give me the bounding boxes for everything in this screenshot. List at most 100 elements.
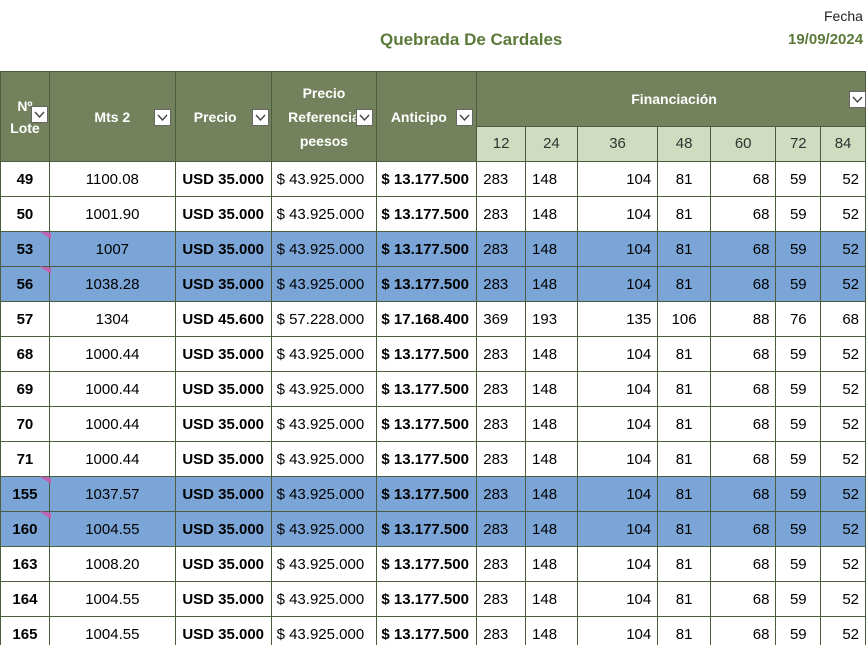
cell-cuota[interactable]: 283 <box>476 441 527 477</box>
comment-indicator[interactable] <box>39 231 51 239</box>
cell-cuota[interactable]: 369 <box>476 301 527 337</box>
cell-lote[interactable]: 70 <box>0 406 50 442</box>
cell-mts[interactable]: 1037.57 <box>48 476 176 512</box>
table-row[interactable]: 50 1001.90 USD 35.000 $ 43.925.000 $ 13.177.… <box>0 196 866 232</box>
cell-cuota[interactable]: 52 <box>820 196 866 232</box>
cell-cuota[interactable]: 68 <box>709 371 777 407</box>
cell-cuota[interactable]: 104 <box>576 371 659 407</box>
cell-cuota[interactable]: 52 <box>820 441 866 477</box>
cell-anticipo[interactable]: $ 13.177.500 <box>376 231 478 267</box>
table-row[interactable]: 68 1000.44 USD 35.000 $ 43.925.000 $ 13.177.… <box>0 336 866 372</box>
cell-precio[interactable]: USD 35.000 <box>174 581 272 617</box>
cell-cuota[interactable]: 148 <box>525 266 578 302</box>
cell-cuota[interactable]: 59 <box>775 616 822 645</box>
cell-precio-ref[interactable]: $ 43.925.000 <box>270 336 378 372</box>
table-row[interactable]: 49 1100.08 USD 35.000 $ 43.925.000 $ 13.177.… <box>0 161 866 197</box>
cell-anticipo[interactable]: $ 13.177.500 <box>376 511 478 547</box>
cell-cuota[interactable]: 148 <box>525 546 578 582</box>
cell-anticipo[interactable]: $ 13.177.500 <box>376 196 478 232</box>
cell-cuota[interactable]: 104 <box>576 161 659 197</box>
cell-lote[interactable]: 68 <box>0 336 50 372</box>
cell-anticipo[interactable]: $ 13.177.500 <box>376 581 478 617</box>
cell-cuota[interactable]: 148 <box>525 406 578 442</box>
cell-mts[interactable]: 1004.55 <box>48 581 176 617</box>
cell-cuota[interactable]: 59 <box>775 161 822 197</box>
cell-cuota[interactable]: 81 <box>657 196 711 232</box>
cell-cuota[interactable]: 59 <box>775 231 822 267</box>
cell-mts[interactable]: 1304 <box>48 301 176 337</box>
cell-anticipo[interactable]: $ 13.177.500 <box>376 406 478 442</box>
cell-cuota[interactable]: 52 <box>820 371 866 407</box>
cell-precio-ref[interactable]: $ 43.925.000 <box>270 196 378 232</box>
cell-lote[interactable]: 71 <box>0 441 50 477</box>
cell-cuota[interactable]: 59 <box>775 406 822 442</box>
cell-precio[interactable]: USD 35.000 <box>174 406 272 442</box>
comment-indicator[interactable] <box>39 266 51 274</box>
cell-cuota[interactable]: 59 <box>775 441 822 477</box>
cell-cuota[interactable]: 283 <box>476 196 527 232</box>
cell-anticipo[interactable]: $ 13.177.500 <box>376 476 478 512</box>
cell-cuota[interactable]: 52 <box>820 266 866 302</box>
cell-precio-ref[interactable]: $ 57.228.000 <box>270 301 378 337</box>
cell-lote[interactable]: 49 <box>0 161 50 197</box>
cell-anticipo[interactable]: $ 13.177.500 <box>376 266 478 302</box>
cell-cuota[interactable]: 148 <box>525 581 578 617</box>
cell-anticipo[interactable]: $ 13.177.500 <box>376 441 478 477</box>
cell-cuota[interactable]: 283 <box>476 231 527 267</box>
cell-cuota[interactable]: 68 <box>709 161 777 197</box>
cell-cuota[interactable]: 68 <box>709 336 777 372</box>
cell-cuota[interactable]: 59 <box>775 371 822 407</box>
cell-precio[interactable]: USD 35.000 <box>174 616 272 645</box>
cell-anticipo[interactable]: $ 13.177.500 <box>376 371 478 407</box>
table-row[interactable]: 56 1038.28 USD 35.000 $ 43.925.000 $ 13.177.… <box>0 266 866 302</box>
cell-lote[interactable]: 50 <box>0 196 50 232</box>
cell-mts[interactable]: 1000.44 <box>48 406 176 442</box>
cell-cuota[interactable]: 148 <box>525 231 578 267</box>
cell-cuota[interactable]: 104 <box>576 196 659 232</box>
cell-cuota[interactable]: 52 <box>820 616 866 645</box>
cell-mts[interactable]: 1000.44 <box>48 336 176 372</box>
cell-cuota[interactable]: 88 <box>709 301 777 337</box>
cell-precio[interactable]: USD 35.000 <box>174 336 272 372</box>
cell-cuota[interactable]: 52 <box>820 231 866 267</box>
cell-cuota[interactable]: 148 <box>525 441 578 477</box>
cell-cuota[interactable]: 81 <box>657 546 711 582</box>
cell-cuota[interactable]: 52 <box>820 476 866 512</box>
cell-cuota[interactable]: 52 <box>820 161 866 197</box>
cell-precio[interactable]: USD 35.000 <box>174 511 272 547</box>
cell-precio-ref[interactable]: $ 43.925.000 <box>270 476 378 512</box>
cell-cuota[interactable]: 283 <box>476 371 527 407</box>
cell-cuota[interactable]: 81 <box>657 266 711 302</box>
cell-cuota[interactable]: 283 <box>476 266 527 302</box>
cell-cuota[interactable]: 52 <box>820 336 866 372</box>
cell-cuota[interactable]: 104 <box>576 441 659 477</box>
cell-lote[interactable]: 57 <box>0 301 50 337</box>
cell-cuota[interactable]: 68 <box>709 406 777 442</box>
cell-cuota[interactable]: 148 <box>525 616 578 645</box>
comment-indicator[interactable] <box>39 476 51 484</box>
cell-cuota[interactable]: 68 <box>820 301 866 337</box>
cell-cuota[interactable]: 148 <box>525 371 578 407</box>
cell-cuota[interactable]: 68 <box>709 231 777 267</box>
cell-cuota[interactable]: 81 <box>657 581 711 617</box>
table-row[interactable]: 69 1000.44 USD 35.000 $ 43.925.000 $ 13.177.… <box>0 371 866 407</box>
cell-cuota[interactable]: 81 <box>657 441 711 477</box>
cell-cuota[interactable]: 68 <box>709 546 777 582</box>
cell-precio[interactable]: USD 35.000 <box>174 546 272 582</box>
cell-cuota[interactable]: 283 <box>476 476 527 512</box>
cell-mts[interactable]: 1001.90 <box>48 196 176 232</box>
table-row[interactable]: 164 1004.55 USD 35.000 $ 43.925.000 $ 13.177… <box>0 581 866 617</box>
cell-cuota[interactable]: 81 <box>657 406 711 442</box>
table-row[interactable]: 71 1000.44 USD 35.000 $ 43.925.000 $ 13.177.… <box>0 441 866 477</box>
table-row[interactable]: 155 1037.57 USD 35.000 $ 43.925.000 $ 13.177… <box>0 476 866 512</box>
cell-cuota[interactable]: 59 <box>775 266 822 302</box>
cell-cuota[interactable]: 104 <box>576 546 659 582</box>
cell-cuota[interactable]: 104 <box>576 581 659 617</box>
cell-mts[interactable]: 1007 <box>48 231 176 267</box>
cell-cuota[interactable]: 283 <box>476 511 527 547</box>
cell-precio[interactable]: USD 35.000 <box>174 161 272 197</box>
cell-cuota[interactable]: 193 <box>525 301 578 337</box>
cell-cuota[interactable]: 104 <box>576 616 659 645</box>
filter-button-precio[interactable] <box>251 109 269 126</box>
cell-cuota[interactable]: 81 <box>657 476 711 512</box>
